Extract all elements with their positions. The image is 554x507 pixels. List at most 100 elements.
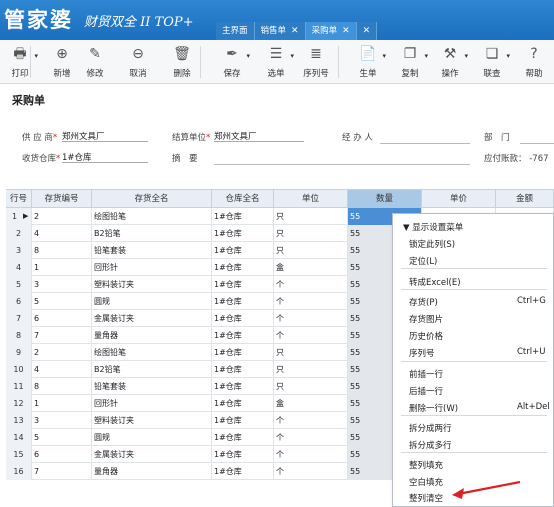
toolbar-trash-button[interactable]: 🗑 删除 xyxy=(162,44,202,79)
cell-item-name[interactable]: B2铅笔 xyxy=(92,225,212,242)
menu-item[interactable]: 序列号 Ctrl+U xyxy=(409,347,545,359)
cell-item-code[interactable]: 6 xyxy=(32,310,92,327)
cell-item-code[interactable]: 4 xyxy=(32,361,92,378)
column-header-item-name[interactable]: 存货全名 xyxy=(92,190,212,208)
cell-warehouse[interactable]: 1#仓库 xyxy=(212,344,274,361)
cell-warehouse[interactable]: 1#仓库 xyxy=(212,310,274,327)
menu-item[interactable]: 历史价格 xyxy=(409,330,443,342)
cell-warehouse[interactable]: 1#仓库 xyxy=(212,225,274,242)
cell-warehouse[interactable]: 1#仓库 xyxy=(212,259,274,276)
cell-item-name[interactable]: 圆规 xyxy=(92,293,212,310)
column-header-quantity[interactable]: 数量 xyxy=(348,190,422,208)
cell-unit[interactable]: 盒 xyxy=(274,259,348,276)
chevron-down-icon[interactable]: ▾ xyxy=(290,52,294,60)
cell-unit[interactable]: 只 xyxy=(274,242,348,259)
tab-extra[interactable]: ✕ xyxy=(356,22,378,40)
cell-item-name[interactable]: 铅笔套装 xyxy=(92,242,212,259)
toolbar-brush-button[interactable]: ✒ 保存 ▾ xyxy=(212,44,252,79)
menu-item[interactable]: 后插一行 xyxy=(409,385,443,397)
chevron-down-icon[interactable]: ▾ xyxy=(34,52,38,60)
toolbar-doc-button[interactable]: 📄 生单 ▾ xyxy=(348,44,388,79)
cell-item-name[interactable]: 绘图铅笔 xyxy=(92,344,212,361)
cell-item-code[interactable]: 1 xyxy=(32,259,92,276)
tab-purchase-order[interactable]: 采购单 ✕ xyxy=(305,22,357,40)
toolbar-printer-button[interactable]: 🖶 打印 ▾ xyxy=(0,44,40,79)
cell-item-name[interactable]: 铅笔套装 xyxy=(92,378,212,395)
cell-item-name[interactable]: 塑料装订夹 xyxy=(92,276,212,293)
chevron-down-icon[interactable]: ▾ xyxy=(506,52,510,60)
cell-unit[interactable]: 个 xyxy=(274,293,348,310)
toolbar-copy-button[interactable]: ❐ 复制 ▾ xyxy=(390,44,430,79)
close-icon[interactable]: ✕ xyxy=(291,22,299,40)
cell-warehouse[interactable]: 1#仓库 xyxy=(212,293,274,310)
column-header-amount[interactable]: 金额 xyxy=(496,190,554,208)
column-header-unit[interactable]: 单位 xyxy=(274,190,348,208)
toolbar-list-button[interactable]: ≣ 序列号 xyxy=(296,44,336,79)
cell-item-code[interactable]: 2 xyxy=(32,344,92,361)
toolbar-select-button[interactable]: ☰ 选单 ▾ xyxy=(256,44,296,79)
cell-item-name[interactable]: 金属装订夹 xyxy=(92,310,212,327)
chevron-down-icon[interactable]: ▾ xyxy=(382,52,386,60)
toolbar-help-button[interactable]: ? 帮助 xyxy=(514,44,554,79)
cell-item-code[interactable]: 6 xyxy=(32,446,92,463)
close-icon[interactable]: ✕ xyxy=(363,22,371,40)
cell-item-name[interactable]: 塑料装订夹 xyxy=(92,412,212,429)
column-header-row-number[interactable]: 行号 xyxy=(6,190,32,208)
cell-item-code[interactable]: 5 xyxy=(32,293,92,310)
cell-unit[interactable]: 个 xyxy=(274,276,348,293)
cell-unit[interactable]: 只 xyxy=(274,208,348,225)
toolbar-hammer-button[interactable]: ⚒ 操作 ▾ xyxy=(430,44,470,79)
menu-item[interactable]: 拆分成两行 xyxy=(409,422,452,434)
menu-item[interactable]: 转成Excel(E) xyxy=(409,276,461,288)
menu-item[interactable]: 空白填充 xyxy=(409,476,443,488)
supplier-field[interactable]: 郑州文具厂 xyxy=(62,130,148,142)
cell-item-name[interactable]: 圆规 xyxy=(92,429,212,446)
cell-item-code[interactable]: 1 xyxy=(32,395,92,412)
cell-item-name[interactable]: 回形针 xyxy=(92,395,212,412)
warehouse-field[interactable]: 1#仓库 xyxy=(62,151,148,163)
cell-warehouse[interactable]: 1#仓库 xyxy=(212,395,274,412)
cell-unit[interactable]: 个 xyxy=(274,327,348,344)
cell-item-code[interactable]: 8 xyxy=(32,242,92,259)
chevron-down-icon[interactable]: ▾ xyxy=(424,52,428,60)
cell-unit[interactable]: 个 xyxy=(274,463,348,480)
cell-warehouse[interactable]: 1#仓库 xyxy=(212,429,274,446)
cell-item-code[interactable]: 8 xyxy=(32,378,92,395)
cell-warehouse[interactable]: 1#仓库 xyxy=(212,463,274,480)
cell-warehouse[interactable]: 1#仓库 xyxy=(212,208,274,225)
cell-warehouse[interactable]: 1#仓库 xyxy=(212,446,274,463)
menu-item[interactable]: ▼ 显示设置菜单 xyxy=(403,221,463,233)
handler-field[interactable] xyxy=(380,143,470,144)
toolbar-link-button[interactable]: ❏ 联查 ▾ xyxy=(472,44,512,79)
column-header-item-code[interactable]: 存货编号 xyxy=(32,190,92,208)
cell-item-code[interactable]: 4 xyxy=(32,225,92,242)
cell-warehouse[interactable]: 1#仓库 xyxy=(212,412,274,429)
cell-warehouse[interactable]: 1#仓库 xyxy=(212,242,274,259)
cell-unit[interactable]: 个 xyxy=(274,446,348,463)
cell-unit[interactable]: 个 xyxy=(274,429,348,446)
close-icon[interactable]: ✕ xyxy=(342,22,350,40)
column-header-warehouse[interactable]: 仓库全名 xyxy=(212,190,274,208)
menu-item[interactable]: 存货(P) Ctrl+G xyxy=(409,296,546,308)
summary-field[interactable] xyxy=(214,164,470,165)
dept-field[interactable] xyxy=(520,143,554,144)
cell-unit[interactable]: 个 xyxy=(274,310,348,327)
menu-item[interactable]: 存货图片 xyxy=(409,313,443,325)
cell-unit[interactable]: 盒 xyxy=(274,395,348,412)
cell-item-name[interactable]: 量角器 xyxy=(92,327,212,344)
cell-item-code[interactable]: 7 xyxy=(32,327,92,344)
cell-unit[interactable]: 只 xyxy=(274,378,348,395)
menu-item[interactable]: 删除一行(W) Alt+Del xyxy=(409,402,550,414)
cell-item-name[interactable]: 量角器 xyxy=(92,463,212,480)
cell-unit[interactable]: 个 xyxy=(274,412,348,429)
cell-warehouse[interactable]: 1#仓库 xyxy=(212,378,274,395)
chevron-down-icon[interactable]: ▾ xyxy=(464,52,468,60)
cell-unit[interactable]: 只 xyxy=(274,225,348,242)
cell-item-code[interactable]: 5 xyxy=(32,429,92,446)
cell-item-name[interactable]: 绘图铅笔 xyxy=(92,208,212,225)
cell-warehouse[interactable]: 1#仓库 xyxy=(212,361,274,378)
cell-item-code[interactable]: 3 xyxy=(32,412,92,429)
tab-sales-order[interactable]: 销售单 ✕ xyxy=(254,22,306,40)
cell-warehouse[interactable]: 1#仓库 xyxy=(212,276,274,293)
chevron-down-icon[interactable]: ▾ xyxy=(246,52,250,60)
